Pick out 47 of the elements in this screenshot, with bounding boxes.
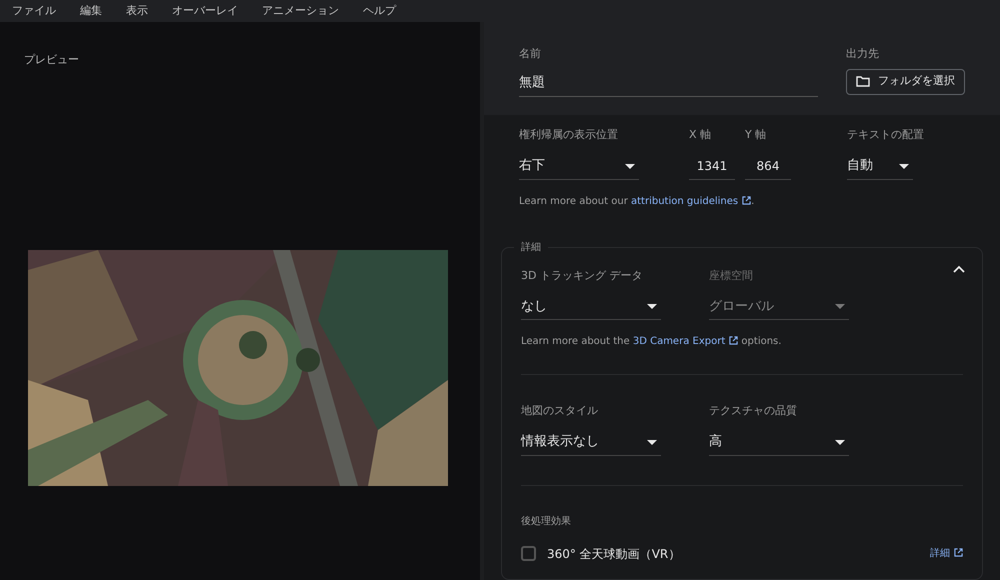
dropdown-arrow-icon [647,304,657,309]
menu-item[interactable]: ファイル [12,2,56,20]
dropdown[interactable]: 高 [709,430,849,456]
field-label: X 軸 [689,127,712,143]
dropdown-arrow-icon [625,164,635,168]
field-label: Y 軸 [745,127,768,143]
external-link-icon [742,196,752,204]
menu-item[interactable]: ヘルプ [363,2,396,20]
dropdown-arrow-icon [835,304,845,309]
checkbox-label: 360° 全天球動画（VR） [547,546,680,562]
number-field[interactable]: 1341 [689,154,735,180]
menu-item[interactable]: オーバーレイ [172,2,238,20]
folder-icon [856,76,870,87]
field-label: 権利帰属の表示位置 [519,127,619,143]
field-label: テクスチャの品質 [709,403,798,419]
help-text: Learn more about the 3D Camera Export options. [521,335,782,349]
number-field[interactable]: 864 [745,154,791,180]
dropdown[interactable]: なし [521,294,661,320]
dropdown[interactable]: 自動 [847,154,913,180]
field-label: 名前 [519,46,542,62]
dropdown: グローバル [709,294,849,320]
details-link[interactable]: 詳細 [930,546,963,561]
external-link-icon [954,548,963,557]
preview-title: プレビュー [24,52,79,68]
help-link[interactable]: attribution guidelines [631,196,752,206]
section-legend: 詳細 [514,240,548,254]
checkbox[interactable] [521,546,536,561]
menu-item[interactable]: 表示 [126,2,148,20]
menu-item[interactable]: アニメーション [262,2,339,20]
select-folder-button[interactable]: フォルダを選択 [846,68,965,94]
dropdown[interactable]: 右下 [519,154,639,180]
name-field[interactable]: 無題 [519,72,818,97]
field-label: テキストの配置 [847,127,924,143]
menu-item[interactable]: 編集 [80,2,102,20]
dropdown[interactable]: 情報表示なし [521,430,661,456]
field-label: 地図のスタイル [521,403,599,419]
help-text: Learn more about our attribution guidelines . [519,194,756,208]
section-label: 後処理効果 [521,514,572,528]
field-label: 3D トラッキング データ [521,268,644,284]
field-label: 出力先 [846,46,880,62]
dropdown-arrow-icon [835,440,845,444]
external-link-icon [729,336,738,345]
help-link[interactable]: 3D Camera Export [632,336,738,347]
field-label: 座標空間 [709,268,754,284]
chevron-icon [953,264,965,272]
dropdown-arrow-icon [647,440,657,444]
dropdown-arrow-icon [899,164,909,168]
